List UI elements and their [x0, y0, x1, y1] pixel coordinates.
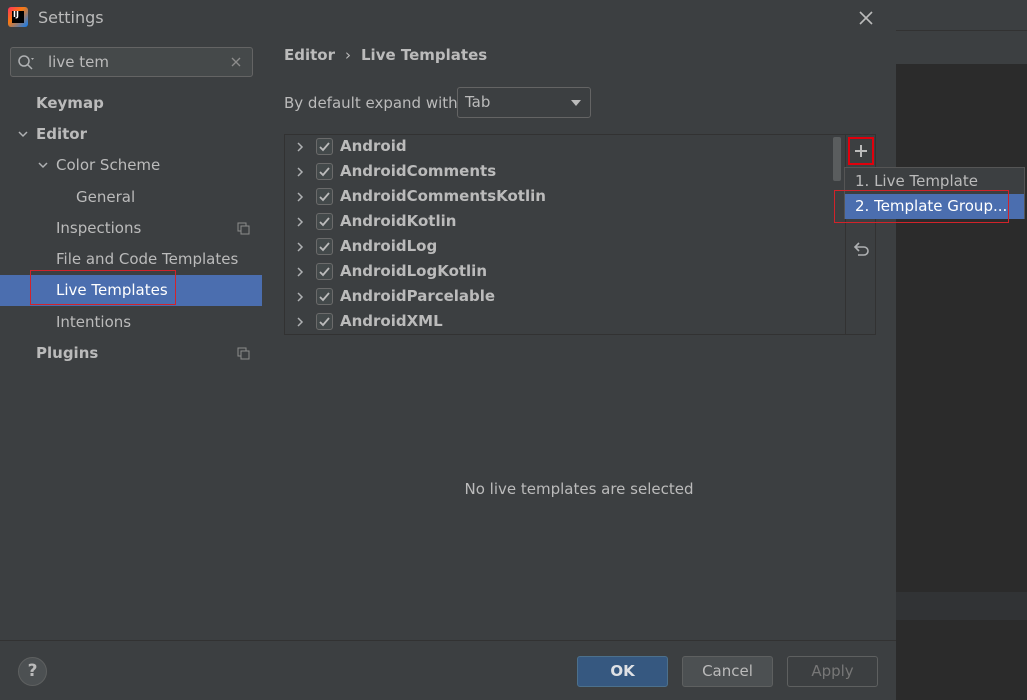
template-group-name: AndroidCommentsKotlin [340, 187, 546, 205]
settings-sidebar: Keymap Editor Color Scheme General Inspe… [0, 36, 262, 640]
expand-with-dropdown[interactable]: Tab [457, 87, 591, 118]
close-icon [859, 11, 873, 25]
chevron-right-icon[interactable] [294, 316, 306, 328]
empty-selection-message: No live templates are selected [464, 480, 694, 498]
chevron-right-icon[interactable] [294, 141, 306, 153]
breadcrumb: Editor › Live Templates [284, 46, 487, 64]
window-title: Settings [38, 8, 104, 27]
sidebar-item-color-scheme[interactable]: Color Scheme [0, 150, 262, 181]
sidebar-item-label: Intentions [56, 313, 132, 331]
chevron-right-icon[interactable] [294, 266, 306, 278]
sidebar-item-label: Editor [36, 125, 87, 143]
template-group-row[interactable]: AndroidParcelable [285, 285, 832, 310]
scrollbar-thumb[interactable] [833, 137, 841, 181]
annotation-highlight-box [834, 190, 1009, 223]
close-button[interactable] [854, 6, 878, 30]
template-group-row[interactable]: AndroidKotlin [285, 210, 832, 235]
settings-dialog: IJ Settings Keymap [0, 0, 896, 700]
ok-button[interactable]: OK [577, 656, 668, 687]
group-checkbox[interactable] [316, 238, 333, 255]
template-group-name: AndroidComments [340, 162, 497, 180]
undo-icon [853, 242, 869, 256]
checkmark-icon [319, 242, 330, 252]
ide-toolbar [896, 0, 1027, 30]
live-templates-panel: Editor › Live Templates By default expand … [262, 36, 896, 640]
plus-icon [855, 145, 867, 157]
apply-button[interactable]: Apply [787, 656, 878, 687]
template-group-row[interactable]: Android [285, 135, 832, 160]
group-checkbox[interactable] [316, 288, 333, 305]
group-checkbox[interactable] [316, 263, 333, 280]
checkmark-icon [319, 167, 330, 177]
template-group-name: AndroidLogKotlin [340, 262, 488, 280]
checkmark-icon [319, 217, 330, 227]
template-group-name: AndroidLog [340, 237, 438, 255]
group-checkbox[interactable] [316, 163, 333, 180]
template-group-row[interactable]: AndroidComments [285, 160, 832, 185]
chevron-down-icon[interactable] [17, 128, 29, 140]
sidebar-item-plugins[interactable]: Plugins [0, 338, 262, 369]
template-group-name: Android [340, 137, 407, 155]
help-button[interactable]: ? [18, 657, 47, 686]
template-group-name: AndroidXML [340, 312, 443, 330]
sidebar-item-keymap[interactable]: Keymap [0, 88, 262, 119]
sidebar-item-editor[interactable]: Editor [0, 119, 262, 150]
expand-with-value: Tab [465, 93, 491, 111]
checkmark-icon [319, 192, 330, 202]
group-checkbox[interactable] [316, 188, 333, 205]
sidebar-item-label: Plugins [36, 344, 99, 362]
title-bar: IJ Settings [0, 0, 896, 36]
chevron-right-icon[interactable] [294, 166, 306, 178]
template-groups-tree: Android AndroidComments AndroidCommentsK… [284, 134, 876, 335]
annotation-highlight-box [30, 270, 176, 305]
template-group-row[interactable]: AndroidLog [285, 235, 832, 260]
template-group-row[interactable]: AndroidLogKotlin [285, 260, 832, 285]
expand-with-label: By default expand with [284, 94, 458, 112]
checkmark-icon [319, 267, 330, 277]
dropdown-arrow-icon [571, 100, 581, 106]
sidebar-item-label: Inspections [56, 219, 142, 237]
checkmark-icon [319, 317, 330, 327]
breadcrumb-parent[interactable]: Editor [284, 46, 335, 64]
ide-status-strip [896, 592, 1027, 620]
sidebar-item-label: Keymap [36, 94, 104, 112]
template-group-name: AndroidKotlin [340, 212, 457, 230]
intellij-logo-icon: IJ [8, 7, 28, 27]
group-checkbox[interactable] [316, 313, 333, 330]
search-icon[interactable] [17, 54, 35, 72]
breadcrumb-current: Live Templates [361, 46, 488, 64]
chevron-right-icon[interactable] [294, 291, 306, 303]
sidebar-item-label: General [76, 188, 136, 206]
chevron-right-icon[interactable] [294, 216, 306, 228]
group-checkbox[interactable] [316, 138, 333, 155]
chevron-right-icon[interactable] [294, 241, 306, 253]
checkmark-icon [319, 142, 330, 152]
group-checkbox[interactable] [316, 213, 333, 230]
clear-search-icon[interactable] [229, 55, 243, 69]
breadcrumb-separator: › [345, 46, 351, 64]
settings-search-field[interactable] [10, 47, 253, 77]
chevron-down-icon[interactable] [37, 159, 49, 171]
sidebar-item-label: Color Scheme [56, 156, 161, 174]
template-group-name: AndroidParcelable [340, 287, 496, 305]
ide-tab-bar [896, 30, 1027, 64]
checkmark-icon [319, 292, 330, 302]
background-ide-window [896, 0, 1027, 700]
template-group-row[interactable]: AndroidXML [285, 310, 832, 335]
project-settings-icon [237, 347, 250, 360]
chevron-right-icon[interactable] [294, 191, 306, 203]
cancel-button[interactable]: Cancel [682, 656, 773, 687]
template-group-row[interactable]: AndroidCommentsKotlin [285, 185, 832, 210]
sidebar-item-intentions[interactable]: Intentions [0, 307, 262, 338]
project-settings-icon [237, 222, 250, 235]
search-input[interactable] [48, 51, 228, 73]
restore-defaults-button[interactable] [851, 239, 871, 259]
add-button[interactable] [848, 137, 874, 165]
sidebar-item-inspections[interactable]: Inspections [0, 213, 262, 244]
sidebar-item-general[interactable]: General [0, 182, 262, 213]
tree-scrollbar[interactable] [833, 135, 841, 334]
dialog-footer: ? OK Cancel Apply [0, 640, 896, 700]
